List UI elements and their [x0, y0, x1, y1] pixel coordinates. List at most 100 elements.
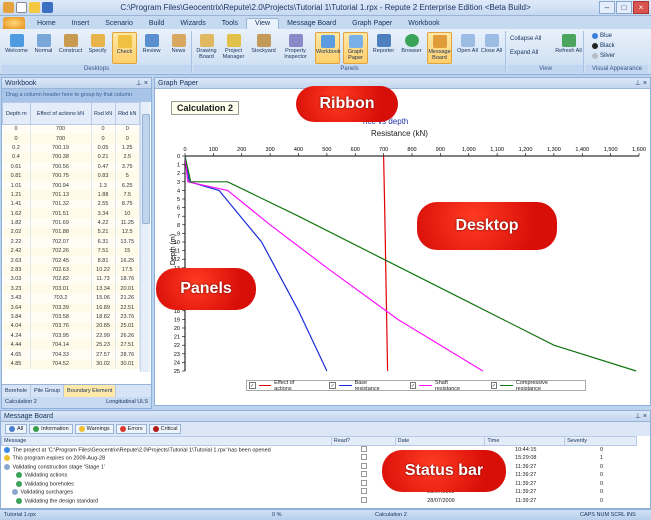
table-cell[interactable]: 0.4 — [2, 152, 31, 163]
property-inspector-button[interactable]: Property Inspector — [283, 32, 308, 64]
table-cell[interactable]: 700.75 — [30, 171, 92, 181]
review-button[interactable]: Review — [139, 32, 164, 64]
maximize-button[interactable]: □ — [616, 1, 632, 14]
table-cell[interactable]: 18.76 — [115, 274, 141, 285]
table-cell[interactable]: 701.13 — [30, 190, 92, 200]
table-cell[interactable]: 3.43 — [2, 293, 31, 303]
column-header-severity[interactable]: Severity — [564, 436, 637, 446]
collapse-all-button[interactable]: Collapse All — [510, 36, 541, 42]
table-cell[interactable]: 702.07 — [30, 237, 92, 247]
table-cell[interactable]: 30.01 — [115, 359, 141, 369]
message-board-button[interactable]: Message Board — [427, 32, 452, 64]
table-cell[interactable]: 11.73 — [91, 274, 116, 285]
scrollbar-thumb[interactable] — [142, 114, 150, 224]
table-cell[interactable]: 702.82 — [30, 274, 92, 285]
filter-warnings[interactable]: Warnings — [74, 424, 114, 434]
table-cell[interactable]: 3.84 — [2, 312, 31, 322]
table-row[interactable]: 0.4 700.38 0.21 2.5 — [2, 152, 141, 163]
table-cell[interactable]: 2.83 — [2, 265, 31, 275]
tab-home[interactable]: Home — [29, 19, 64, 29]
table-cell[interactable]: 704.52 — [30, 359, 92, 369]
table-cell[interactable]: 0 — [91, 133, 116, 144]
read-checkbox[interactable] — [331, 496, 395, 506]
pin-icon[interactable]: ⊥ × — [136, 78, 148, 89]
table-cell[interactable]: 2.22 — [2, 237, 31, 247]
construct-button[interactable]: Construct — [58, 32, 83, 64]
table-row[interactable]: 4.04 703.76 20.85 25.01 — [2, 321, 141, 332]
table-cell[interactable]: 3.34 — [91, 209, 116, 219]
table-cell[interactable]: 4.44 — [2, 340, 31, 350]
table-cell[interactable]: 1.21 — [2, 190, 31, 200]
theme-black-option[interactable]: Black — [592, 43, 615, 49]
graph-paper-button[interactable]: Graph Paper — [343, 32, 368, 64]
column-header-read[interactable]: Read? — [330, 436, 396, 446]
filter-errors[interactable]: Errors — [115, 424, 147, 434]
close-button[interactable]: × — [633, 1, 649, 14]
table-cell[interactable]: 4.65 — [2, 349, 31, 360]
table-cell[interactable]: 15.06 — [91, 293, 116, 303]
table-cell[interactable]: 26.26 — [115, 331, 141, 341]
table-cell[interactable]: 2.42 — [2, 246, 31, 256]
table-cell[interactable]: 12.5 — [115, 227, 141, 238]
table-cell[interactable]: 0.81 — [2, 171, 31, 181]
filter-critical[interactable]: Critical — [148, 424, 182, 434]
table-row[interactable]: 4.44 704.14 25.23 27.51 — [2, 340, 141, 350]
table-cell[interactable]: 701.88 — [30, 227, 92, 238]
message-row[interactable]: Validating surcharges 28/07/2009 11:39:27 0 — [2, 488, 637, 497]
table-cell[interactable]: 22.99 — [91, 331, 116, 341]
message-pin-icon[interactable]: ⊥ × — [635, 411, 647, 422]
table-cell[interactable]: 0 — [91, 124, 116, 134]
table-row[interactable]: 0.61 700.56 0.47 3.75 — [2, 162, 141, 172]
table-cell[interactable]: 1.01 — [2, 180, 31, 191]
table-cell[interactable]: 1.88 — [91, 190, 116, 200]
column-header-rsd[interactable]: Rsd kN — [90, 102, 116, 125]
table-cell[interactable]: 22.51 — [115, 302, 141, 313]
table-cell[interactable]: 0.83 — [91, 171, 116, 181]
table-cell[interactable]: 3.75 — [115, 162, 141, 172]
table-cell[interactable]: 2.02 — [2, 227, 31, 238]
table-cell[interactable]: 18.82 — [91, 312, 116, 322]
table-cell[interactable]: 703.95 — [30, 331, 92, 341]
table-cell[interactable]: 700.19 — [30, 143, 92, 153]
tab-borehole[interactable]: Borehole — [2, 385, 32, 397]
workbook-scrollbar[interactable] — [140, 102, 150, 372]
table-row[interactable]: 0.81 700.75 0.83 5 — [2, 171, 141, 181]
table-cell[interactable]: 10.22 — [91, 265, 116, 275]
column-header-rbd[interactable]: Rbd kN — [114, 102, 141, 125]
table-cell[interactable]: 17.5 — [115, 265, 141, 275]
table-cell[interactable]: 3.03 — [2, 274, 31, 285]
table-cell[interactable]: 13.75 — [115, 237, 141, 247]
expand-all-button[interactable]: Expand All — [510, 50, 538, 56]
open-all-button[interactable]: Open All — [455, 32, 480, 64]
table-cell[interactable]: 702.45 — [30, 255, 92, 266]
normal-button[interactable]: Normal — [31, 32, 56, 64]
message-row[interactable]: Validating boreholes28/07/200911:39:270 — [2, 479, 637, 489]
project-manager-button[interactable]: Project Manager — [221, 32, 246, 64]
table-cell[interactable]: 701.32 — [30, 199, 92, 210]
table-cell[interactable]: 7.5 — [115, 190, 141, 200]
table-cell[interactable]: 16.25 — [115, 255, 141, 266]
table-cell[interactable]: 30.02 — [91, 359, 116, 369]
browser-button[interactable]: Browser — [399, 32, 424, 64]
column-header-time[interactable]: Time — [484, 436, 566, 446]
specify-button[interactable]: Specify — [85, 32, 110, 64]
table-cell[interactable]: 27.51 — [115, 340, 141, 350]
table-cell[interactable]: 3.64 — [2, 302, 31, 313]
table-cell[interactable]: 20.85 — [91, 321, 116, 332]
stockyard-button[interactable]: Stockyard — [251, 32, 276, 64]
refresh-all-button[interactable]: Refresh All — [555, 32, 582, 64]
column-header-date[interactable]: Date — [394, 436, 486, 446]
table-cell[interactable]: 5.21 — [91, 227, 116, 238]
table-cell[interactable]: 15 — [115, 246, 141, 256]
expand-icon[interactable] — [11, 489, 18, 496]
table-cell[interactable]: 703.39 — [30, 302, 92, 313]
table-row[interactable]: 0.2 700.19 0.05 1.25 — [2, 143, 141, 153]
table-cell[interactable]: 0 — [2, 124, 31, 134]
filter-all[interactable]: All — [5, 424, 28, 434]
table-cell[interactable]: 702.63 — [30, 265, 92, 275]
graph-pin-icon[interactable]: ⊥ × — [635, 78, 647, 89]
table-row[interactable]: 3.64 703.39 16.89 22.51 — [2, 302, 141, 313]
table-cell[interactable]: 2.5 — [115, 152, 141, 163]
table-row[interactable]: 2.83 702.63 10.22 17.5 — [2, 265, 141, 275]
table-cell[interactable]: 6.25 — [115, 180, 141, 191]
